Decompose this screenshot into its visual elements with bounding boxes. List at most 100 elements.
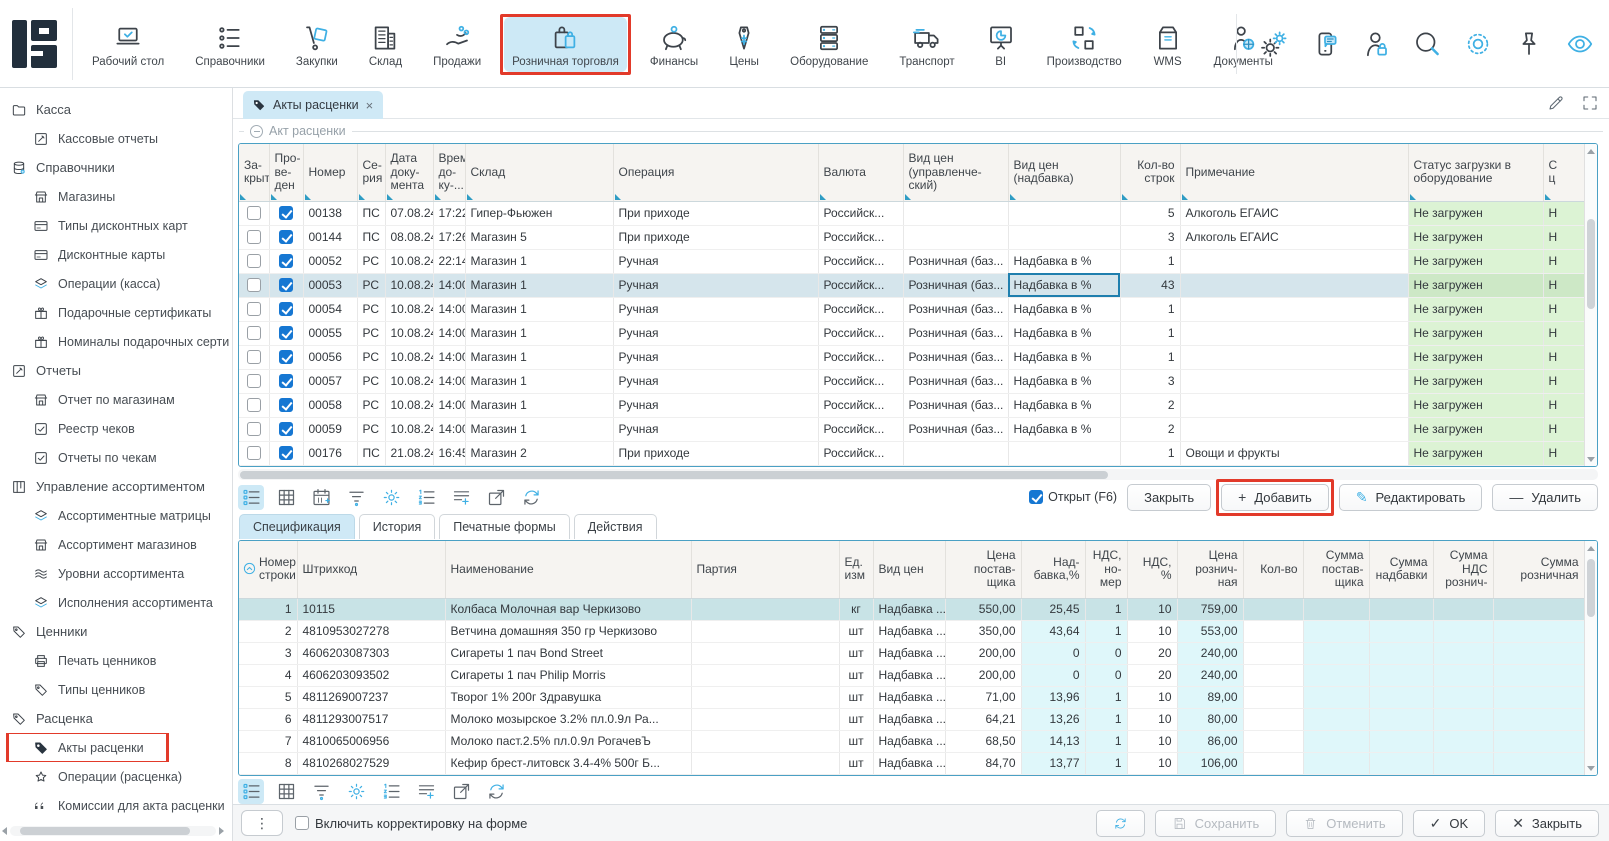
table-row[interactable]: 34606203087303Сигареты 1 пач Bond Street… [239, 642, 1584, 664]
cell-number[interactable]: 00055 [303, 321, 357, 345]
cell[interactable] [1433, 642, 1493, 664]
cell[interactable]: 7 [239, 730, 297, 752]
toolbar-add-row-button[interactable] [448, 485, 474, 510]
nav-item-sales[interactable]: Продажи [425, 17, 489, 72]
cell-equipment-status[interactable]: Не загружен [1408, 369, 1543, 393]
cell[interactable] [1493, 686, 1584, 708]
tab-печатные формы[interactable]: Печатные формы [439, 514, 570, 539]
column-header[interactable]: Штрихкод [297, 541, 445, 598]
cell[interactable] [1433, 730, 1493, 752]
cell-time[interactable]: 14:00 [433, 345, 465, 369]
cell-date[interactable]: 07.08.24 [385, 201, 433, 225]
cell-warehouse[interactable]: Магазин 1 [465, 393, 613, 417]
cell[interactable]: Кефир брест-литовск 3.4-4% 500г Б... [445, 752, 691, 774]
cell-status2[interactable]: Н [1543, 273, 1584, 297]
cell[interactable]: 200,00 [945, 642, 1021, 664]
cell-series[interactable]: РС [357, 297, 385, 321]
column-header[interactable]: Партия [691, 541, 839, 598]
cell-price-type-mgmt[interactable]: Розничная (баз... [903, 273, 1008, 297]
cell[interactable] [691, 642, 839, 664]
cell-date[interactable]: 10.08.24 [385, 321, 433, 345]
cell[interactable] [1243, 620, 1303, 642]
posted-checkbox[interactable] [279, 278, 293, 292]
posted-cell[interactable] [269, 297, 303, 321]
cell-operation[interactable]: При приходе [613, 201, 818, 225]
sidebar-item-21[interactable]: Расценка [0, 704, 231, 733]
cell-note[interactable] [1180, 393, 1408, 417]
table-row[interactable]: 00054РС10.08.2414:00Магазин 1РучнаяРосси… [239, 297, 1584, 321]
column-header[interactable]: НДС, но- мер [1085, 541, 1127, 598]
table-row[interactable]: 84810268027529Кефир брест-литовск 3.4-4%… [239, 752, 1584, 774]
cell[interactable]: кг [839, 598, 873, 620]
cell[interactable]: 13,96 [1021, 686, 1085, 708]
closed-checkbox[interactable] [247, 302, 261, 316]
cell[interactable]: 1 [1085, 752, 1127, 774]
cell[interactable] [1433, 664, 1493, 686]
cell-operation[interactable]: При приходе [613, 225, 818, 249]
cell-date[interactable]: 10.08.24 [385, 345, 433, 369]
table-row[interactable]: 00053РС10.08.2414:00Магазин 1РучнаяРосси… [239, 273, 1584, 297]
cell[interactable]: 0 [1021, 664, 1085, 686]
sort-ascending-icon[interactable] [242, 561, 257, 576]
column-header[interactable]: Вид цен [873, 541, 945, 598]
toolbar-view-list-button[interactable] [238, 779, 264, 804]
toolbar-ordered-list-button[interactable] [378, 779, 404, 804]
cell-currency[interactable]: Российск... [818, 249, 903, 273]
cell-row-count[interactable]: 3 [1120, 225, 1180, 249]
toolbar-open-external-button[interactable] [448, 779, 474, 804]
cell-warehouse[interactable]: Магазин 1 [465, 321, 613, 345]
closed-checkbox[interactable] [247, 446, 261, 460]
posted-cell[interactable] [269, 417, 303, 441]
cell[interactable] [1433, 686, 1493, 708]
cell-note[interactable] [1180, 369, 1408, 393]
cell-price-type-mgmt[interactable] [903, 225, 1008, 249]
cell[interactable]: 4810268027529 [297, 752, 445, 774]
footer-button-сохранить[interactable]: Сохранить [1155, 810, 1277, 837]
sidebar-item-4[interactable]: Типы дисконтных карт [0, 211, 231, 240]
cell-series[interactable]: ПС [357, 225, 385, 249]
nav-item-equipment[interactable]: Оборудование [782, 17, 876, 72]
cell-row-count[interactable]: 1 [1120, 297, 1180, 321]
cell[interactable]: 10 [1127, 730, 1177, 752]
button-удалить[interactable]: —Удалить [1492, 484, 1598, 511]
settings-icon[interactable] [1259, 29, 1289, 59]
column-header[interactable]: Про- ве- ден [269, 144, 303, 201]
table-row[interactable]: 00176ПС21.08.2416:45Магазин 2При приходе… [239, 441, 1584, 465]
tab-действия[interactable]: Действия [574, 514, 657, 539]
cell-row-count[interactable]: 2 [1120, 417, 1180, 441]
column-header[interactable]: С ц [1543, 144, 1584, 201]
cell[interactable] [1243, 642, 1303, 664]
cell[interactable]: 3 [239, 642, 297, 664]
toolbar-sync-button[interactable] [483, 779, 509, 804]
cell-time[interactable]: 17:22 [433, 201, 465, 225]
posted-cell[interactable] [269, 273, 303, 297]
cell[interactable] [1303, 642, 1369, 664]
cell[interactable]: шт [839, 686, 873, 708]
cell-price-type-markup[interactable]: Надбавка в % [1008, 297, 1120, 321]
closed-cell[interactable] [239, 201, 269, 225]
open-checkbox-box[interactable] [1029, 490, 1043, 504]
sidebar-item-1[interactable]: Кассовые отчеты [0, 124, 231, 153]
cell-currency[interactable]: Российск... [818, 297, 903, 321]
cell-operation[interactable]: Ручная [613, 369, 818, 393]
cell[interactable]: 10 [1127, 598, 1177, 620]
cell[interactable]: 10 [1127, 708, 1177, 730]
sidebar-item-20[interactable]: Типы ценников [0, 675, 231, 704]
cell-number[interactable]: 00176 [303, 441, 357, 465]
cell-equipment-status[interactable]: Не загружен [1408, 201, 1543, 225]
cell-time[interactable]: 17:26 [433, 225, 465, 249]
cell[interactable]: 550,00 [945, 598, 1021, 620]
cell-note[interactable]: Овощи и фрукты [1180, 441, 1408, 465]
more-options-button[interactable]: ⋮ [241, 810, 283, 836]
table-row[interactable]: 00056РС10.08.2414:00Магазин 1РучнаяРосси… [239, 345, 1584, 369]
sidebar-item-5[interactable]: Дисконтные карты [0, 240, 231, 269]
sidebar-item-17[interactable]: Исполнения ассортимента [0, 588, 231, 617]
cell-date[interactable]: 08.08.24 [385, 225, 433, 249]
pin-icon[interactable] [1514, 29, 1544, 59]
eye-icon[interactable] [1565, 29, 1595, 59]
cell-row-count[interactable]: 5 [1120, 201, 1180, 225]
closed-checkbox[interactable] [247, 326, 261, 340]
cell[interactable] [1369, 642, 1433, 664]
cell-equipment-status[interactable]: Не загружен [1408, 273, 1543, 297]
cell[interactable]: Сигареты 1 пач Bond Street [445, 642, 691, 664]
